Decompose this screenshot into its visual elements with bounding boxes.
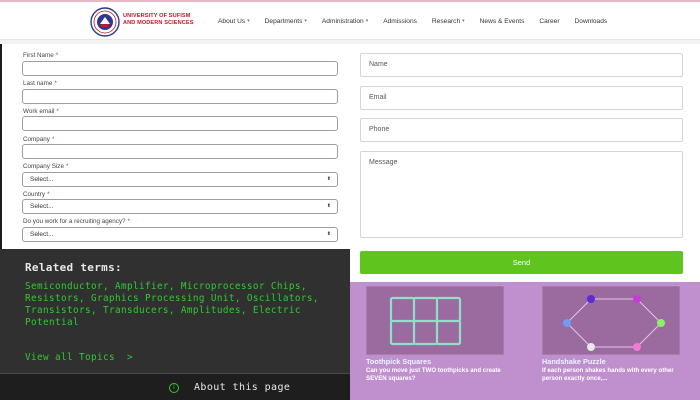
company-label: Company * [23, 136, 55, 143]
select-arrows-icon: ⬍ [326, 231, 331, 237]
nav-administration[interactable]: Administration ▾ [322, 18, 368, 25]
name-input[interactable]: Name [360, 53, 683, 77]
lead-form: First Name * Last name * Work email * Compa… [0, 44, 350, 249]
nav-label: Administration [321, 17, 364, 25]
nav-label: Research [431, 17, 461, 25]
last-name-label: Last name * [23, 80, 57, 87]
view-all-label: View all Topics [25, 352, 115, 363]
company-size-label: Company Size * [23, 163, 69, 170]
related-terms-title: Related terms: [25, 261, 122, 274]
nav-career[interactable]: Career [539, 18, 559, 25]
handshake-puzzle-illustration [563, 295, 665, 351]
select-value: Select... [30, 176, 54, 183]
recruiting-agency-select[interactable]: Select... ⬍ [22, 227, 338, 242]
nav-label: Departments [264, 17, 303, 25]
select-value: Select... [30, 231, 54, 238]
contact-form: Name Email Phone Message Send [350, 44, 700, 282]
send-button[interactable]: Send [360, 251, 683, 274]
puzzles-panel: Toothpick Squares Can you move just TWO … [350, 282, 700, 400]
university-logo[interactable] [90, 7, 120, 37]
handshake-puzzle-thumbnail [542, 286, 680, 355]
chevron-down-icon: ▾ [247, 18, 250, 24]
puzzle-title: Handshake Puzzle [542, 357, 606, 366]
nav-label: Admissions [383, 17, 417, 25]
puzzle-card-handshake[interactable]: Handshake Puzzle If each person shakes h… [542, 286, 680, 398]
nav-departments[interactable]: Departments ▾ [265, 18, 307, 25]
nav-research[interactable]: Research ▾ [432, 18, 465, 25]
nav-about-us[interactable]: About Us ▾ [218, 18, 250, 25]
work-email-input[interactable] [22, 116, 338, 131]
recruiting-agency-label: Do you work for a recruiting agency? * [23, 218, 131, 225]
nav-label: News & Events [479, 17, 525, 25]
about-this-page-link[interactable]: About this page [194, 382, 290, 393]
work-email-label: Work email * [23, 108, 59, 115]
email-input[interactable]: Email [360, 86, 683, 110]
toothpick-squares-thumbnail [366, 286, 504, 355]
phone-input[interactable]: Phone [360, 118, 683, 142]
message-textarea[interactable]: Message [360, 151, 683, 238]
nav-news-events[interactable]: News & Events [480, 18, 525, 25]
country-label: Country * [23, 191, 50, 198]
nav-admissions[interactable]: Admissions [383, 18, 417, 25]
company-size-select[interactable]: Select... ⬍ [22, 172, 338, 187]
info-icon: i [169, 383, 179, 393]
company-input[interactable] [22, 144, 338, 159]
select-arrows-icon: ⬍ [326, 203, 331, 209]
nav-label: Career [539, 17, 560, 25]
university-name[interactable]: UNIVERSITY OF SUFISM AND MODERN SCIENCES [123, 13, 194, 27]
nav-label: Downloads [574, 17, 608, 25]
nav-label: About Us [218, 17, 246, 25]
last-name-input[interactable] [22, 89, 338, 104]
site-header: UNIVERSITY OF SUFISM AND MODERN SCIENCES… [0, 2, 700, 40]
puzzle-card-toothpick[interactable]: Toothpick Squares Can you move just TWO … [366, 286, 504, 398]
puzzle-title: Toothpick Squares [366, 357, 432, 366]
select-arrows-icon: ⬍ [326, 176, 331, 182]
select-value: Select... [30, 203, 54, 210]
brand-line-1: UNIVERSITY OF SUFISM [123, 13, 191, 19]
nav-downloads[interactable]: Downloads [575, 18, 608, 25]
puzzle-description: Can you move just TWO toothpicks and cre… [366, 367, 501, 382]
main-nav: About Us ▾ Departments ▾ Administration ▾ A… [218, 2, 622, 40]
related-terms-panel: Related terms: Semiconductor, Amplifier,… [0, 249, 350, 400]
chevron-down-icon: ▾ [365, 18, 369, 24]
about-bar: i About this page [0, 373, 350, 400]
related-terms-list[interactable]: Semiconductor, Amplifier, Microprocessor… [25, 281, 320, 329]
country-select[interactable]: Select... ⬍ [22, 199, 338, 214]
first-name-label: First Name * [23, 52, 59, 59]
chevron-down-icon: ▾ [462, 18, 465, 24]
brand-line-2: AND MODERN SCIENCES [123, 20, 194, 26]
view-all-topics-link[interactable]: View all Topics > [25, 352, 133, 363]
chevron-down-icon: ▾ [304, 18, 307, 24]
puzzle-description: If each person shakes hands with every o… [542, 367, 674, 382]
chevron-right-icon: > [120, 352, 133, 363]
first-name-input[interactable] [22, 61, 338, 76]
toothpick-squares-illustration [389, 296, 462, 346]
